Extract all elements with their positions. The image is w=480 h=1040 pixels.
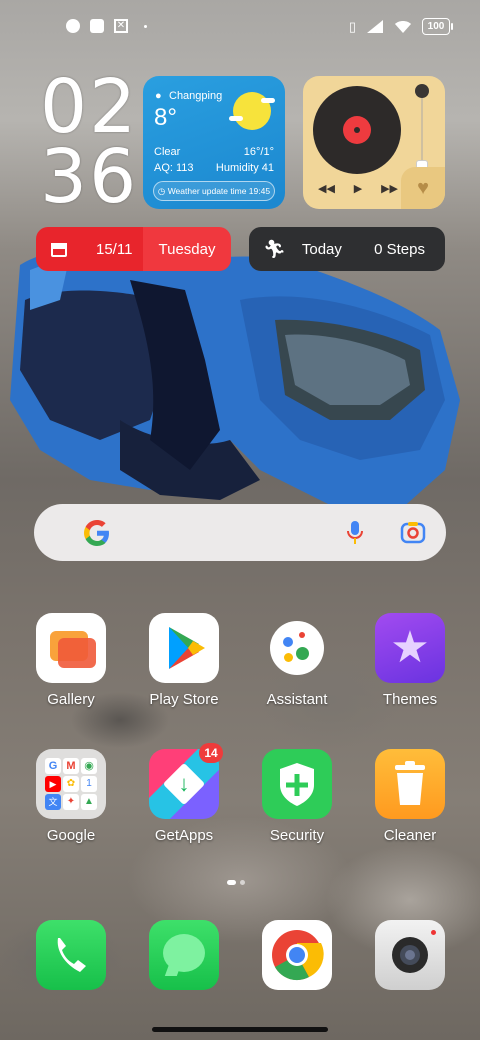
app-security[interactable]: Security xyxy=(254,749,340,844)
home-gesture-bar[interactable] xyxy=(152,1027,328,1032)
cloud-icon xyxy=(229,116,243,121)
location-pin-icon: ● xyxy=(155,90,162,102)
clock-hours: 02 xyxy=(40,64,139,150)
dot-icon xyxy=(144,24,147,28)
music-widget[interactable]: ◀◀ ▶ ▶▶ ♥ xyxy=(303,76,445,209)
notification-badge: 14 xyxy=(199,743,223,763)
play-store-icon xyxy=(149,613,219,683)
app-label: Security xyxy=(269,827,325,844)
heart-icon[interactable]: ♥ xyxy=(401,167,445,209)
cloud-icon-2 xyxy=(261,98,275,103)
clock-icon: ◷ xyxy=(157,186,168,196)
previous-icon[interactable]: ◀◀ xyxy=(318,182,335,195)
app-label: Themes xyxy=(382,691,438,708)
google-logo-icon xyxy=(84,520,109,546)
messages-icon xyxy=(149,920,219,990)
play-icon[interactable]: ▶ xyxy=(354,182,362,195)
weather-aq: AQ: 113 xyxy=(154,162,194,174)
crossed-icon: ✕ xyxy=(114,19,128,33)
weather-condition: Clear xyxy=(154,146,181,158)
vibrate-icon: ▯ xyxy=(348,18,356,34)
steps-label: Today xyxy=(301,240,342,258)
gallery-icon xyxy=(36,613,106,683)
cleaner-icon xyxy=(375,749,445,819)
google-lens-icon[interactable] xyxy=(400,521,426,545)
app-label: Assistant xyxy=(266,691,328,708)
app-google-folder[interactable]: G M ◉ ▶ ✿ 1 文 ✦ ▲ Google xyxy=(28,749,114,844)
microphone-icon[interactable] xyxy=(345,520,365,546)
next-icon[interactable]: ▶▶ xyxy=(381,182,398,195)
battery-icon: 100 xyxy=(422,18,453,35)
wifi-icon xyxy=(395,21,411,33)
running-icon: 🏃︎ xyxy=(263,238,286,259)
tonearm-pivot xyxy=(415,84,429,98)
status-bar: ✕ ▯ 100 xyxy=(0,0,480,56)
dock-phone[interactable] xyxy=(28,920,114,990)
tonearm xyxy=(421,92,423,164)
dock-chrome[interactable] xyxy=(254,920,340,990)
weather-update-button[interactable]: ◷ Weather update time 19:45 xyxy=(153,181,275,201)
vinyl-record-icon xyxy=(313,86,401,174)
app-label: Gallery xyxy=(47,691,95,708)
weather-update-text: Weather update time 19:45 xyxy=(167,186,271,196)
page-indicator[interactable] xyxy=(240,880,245,885)
phone-icon xyxy=(36,920,106,990)
weather-city: Changping xyxy=(169,90,223,102)
app-themes[interactable]: ★ Themes xyxy=(367,613,453,708)
calendar-icon xyxy=(51,243,67,257)
date-text: 15/11 xyxy=(96,240,133,258)
app-label: Google xyxy=(46,827,96,844)
camera-icon xyxy=(375,920,445,990)
weather-range: 16°/1° xyxy=(243,146,274,158)
clock-widget[interactable]: 02 36 xyxy=(40,64,139,220)
app-label: GetApps xyxy=(154,827,214,844)
app-gallery[interactable]: Gallery xyxy=(28,613,114,708)
app-getapps[interactable]: ↓ 14 GetApps xyxy=(141,743,227,844)
notification-icon xyxy=(66,19,80,33)
steps-widget[interactable]: 🏃︎ Today 0 Steps xyxy=(249,227,445,271)
date-widget[interactable]: 15/11 Tuesday xyxy=(36,227,231,271)
weekday-text: Tuesday xyxy=(143,227,231,271)
weather-temperature: 8° xyxy=(154,104,177,131)
google-folder-icon: G M ◉ ▶ ✿ 1 文 ✦ ▲ xyxy=(36,749,106,819)
assistant-icon xyxy=(262,613,332,683)
app-label: Play Store xyxy=(149,691,219,708)
app-cleaner[interactable]: Cleaner xyxy=(367,749,453,844)
app-assistant[interactable]: Assistant xyxy=(254,613,340,708)
security-icon xyxy=(262,749,332,819)
weather-widget[interactable]: ● Changping 8° Clear 16°/1° AQ: 113 Humi… xyxy=(143,76,285,209)
app-play-store[interactable]: Play Store xyxy=(141,613,227,708)
weather-humidity: Humidity 41 xyxy=(215,162,274,174)
chrome-icon xyxy=(262,920,332,990)
signal-icon xyxy=(367,20,383,33)
app-label: Cleaner xyxy=(383,827,437,844)
dock-messages[interactable] xyxy=(141,920,227,990)
page-indicator-active[interactable] xyxy=(227,880,236,885)
themes-icon: ★ xyxy=(375,613,445,683)
steps-count: 0 Steps xyxy=(374,240,425,258)
clock-minutes: 36 xyxy=(40,134,139,220)
google-search-bar[interactable] xyxy=(34,504,446,561)
dock-camera[interactable] xyxy=(367,920,453,990)
square-icon xyxy=(90,19,104,33)
